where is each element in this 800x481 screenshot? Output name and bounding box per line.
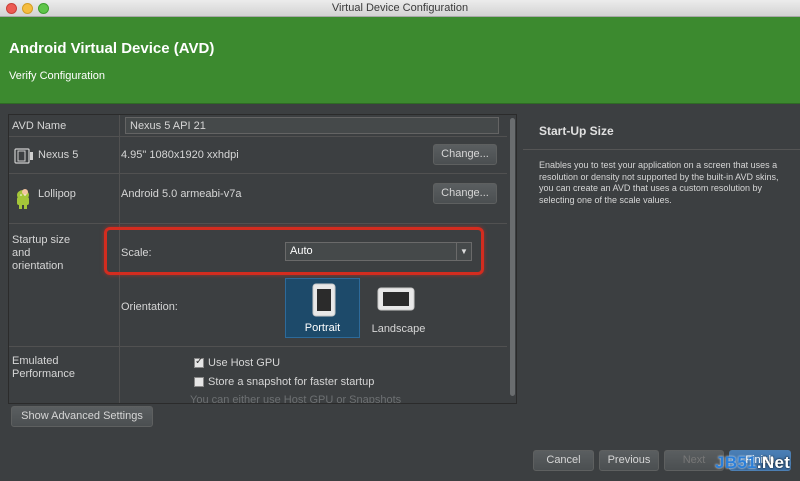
wizard-subtitle: Verify Configuration xyxy=(9,70,105,82)
phone-icon xyxy=(14,148,34,167)
form-scrollbar[interactable] xyxy=(509,116,516,403)
system-image-name-label: Lollipop xyxy=(38,188,76,200)
portrait-option[interactable]: Portrait xyxy=(285,278,360,338)
landscape-phone-icon xyxy=(377,287,415,314)
system-image-row: Lollipop Android 5.0 armeabi-v7a Change.… xyxy=(9,174,507,224)
performance-label-line1: Emulated xyxy=(12,355,59,367)
performance-label-line2: Performance xyxy=(12,368,75,380)
help-description: Enables you to test your application on … xyxy=(539,160,779,205)
startup-size-label-line1: Startup size xyxy=(12,234,71,246)
portrait-phone-icon xyxy=(312,283,336,320)
wizard-header: Android Virtual Device (AVD) Verify Conf… xyxy=(0,17,800,104)
avd-name-row: AVD Name xyxy=(9,115,507,137)
landscape-option[interactable]: Landscape xyxy=(361,278,436,338)
store-snapshot-label: Store a snapshot for faster startup xyxy=(208,376,375,388)
show-advanced-settings-button[interactable]: Show Advanced Settings xyxy=(11,406,153,427)
portrait-label: Portrait xyxy=(304,322,341,334)
watermark-net: .Net xyxy=(756,453,791,472)
device-name-label: Nexus 5 xyxy=(38,149,79,161)
wizard-content: AVD Name Nexus 5 4.95" 1080x1920 xxhdpi … xyxy=(0,104,800,481)
store-snapshot-checkbox[interactable] xyxy=(194,377,204,387)
use-host-gpu-checkbox[interactable] xyxy=(194,356,204,368)
device-spec-text: 4.95" 1080x1920 xxhdpi xyxy=(121,149,239,161)
help-title: Start-Up Size xyxy=(539,124,614,138)
startup-size-label-line2: and xyxy=(12,247,31,259)
window-titlebar: Virtual Device Configuration xyxy=(0,0,800,17)
avd-name-label: AVD Name xyxy=(12,120,67,132)
performance-hint-text: You can either use Host GPU or Snapshots xyxy=(190,394,402,404)
orientation-label: Orientation: xyxy=(121,301,178,313)
landscape-label: Landscape xyxy=(371,323,426,335)
avd-name-input[interactable] xyxy=(125,117,499,134)
previous-button[interactable]: Previous xyxy=(599,450,659,471)
android-icon xyxy=(14,188,32,213)
help-panel: Start-Up Size Enables you to test your a… xyxy=(523,114,800,404)
help-panel-header: Start-Up Size xyxy=(523,114,800,150)
change-system-image-button[interactable]: Change... xyxy=(433,183,497,204)
startup-size-label-line3: orientation xyxy=(12,260,64,272)
scale-highlight-annotation xyxy=(104,227,484,275)
system-image-spec-text: Android 5.0 armeabi-v7a xyxy=(121,188,242,200)
device-row: Nexus 5 4.95" 1080x1920 xxhdpi Change... xyxy=(9,137,507,174)
change-device-button[interactable]: Change... xyxy=(433,144,497,165)
use-host-gpu-label: Use Host GPU xyxy=(208,357,281,369)
cancel-button[interactable]: Cancel xyxy=(533,450,594,471)
avd-config-form: AVD Name Nexus 5 4.95" 1080x1920 xxhdpi … xyxy=(8,114,517,404)
watermark-jb51: JB51 xyxy=(715,453,757,472)
wizard-title: Android Virtual Device (AVD) xyxy=(9,40,215,57)
form-scrollbar-thumb[interactable] xyxy=(510,118,515,396)
site-watermark: JB51.Net xyxy=(715,453,790,473)
window-title: Virtual Device Configuration xyxy=(331,2,469,14)
